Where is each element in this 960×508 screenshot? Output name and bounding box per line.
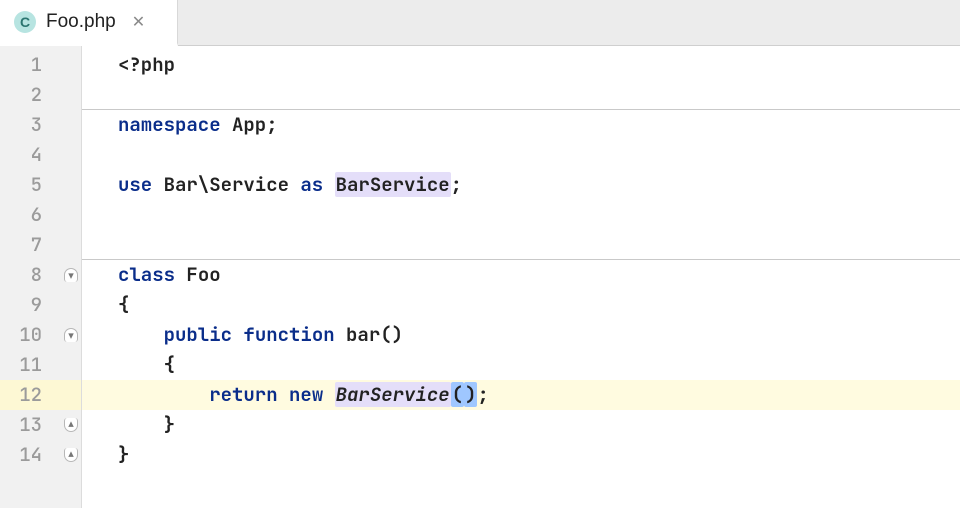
line-number[interactable]: 6 bbox=[0, 200, 50, 230]
line-number[interactable]: 1 bbox=[0, 50, 50, 80]
file-type-icon: C bbox=[14, 11, 36, 33]
line-number[interactable]: 8 bbox=[0, 260, 50, 290]
code-line[interactable] bbox=[112, 230, 960, 260]
alias-ref: BarService bbox=[335, 172, 451, 197]
line-number[interactable]: 12 bbox=[0, 380, 50, 410]
editor: 1 2 3 4 5 6 7 8 9 10 11 12 13 14 ▾ ▾ ▴ ▴ bbox=[0, 46, 960, 508]
line-number[interactable]: 11 bbox=[0, 350, 50, 380]
fold-toggle-icon[interactable]: ▾ bbox=[64, 268, 78, 282]
code-line[interactable]: <?php bbox=[112, 50, 960, 80]
file-tab[interactable]: C Foo.php ✕ bbox=[0, 0, 178, 46]
tab-filename: Foo.php bbox=[46, 11, 116, 33]
tab-bar: C Foo.php ✕ bbox=[0, 0, 960, 46]
code-line[interactable]: use Bar\Service as BarService; bbox=[112, 170, 960, 200]
line-number-gutter: 1 2 3 4 5 6 7 8 9 10 11 12 13 14 bbox=[0, 46, 50, 508]
fold-end-icon[interactable]: ▴ bbox=[64, 448, 78, 462]
code-line[interactable] bbox=[112, 200, 960, 230]
code-line[interactable]: { bbox=[112, 350, 960, 380]
line-number[interactable]: 9 bbox=[0, 290, 50, 320]
fold-gutter: ▾ ▾ ▴ ▴ bbox=[50, 46, 82, 508]
fold-toggle-icon[interactable]: ▾ bbox=[64, 328, 78, 342]
code-line[interactable] bbox=[112, 80, 960, 110]
fold-end-icon[interactable]: ▴ bbox=[64, 418, 78, 432]
line-number[interactable]: 13 bbox=[0, 410, 50, 440]
code-area[interactable]: <?php namespace App; use Bar\Service as … bbox=[112, 46, 960, 508]
paren-open: ( bbox=[451, 382, 464, 407]
paren-close: ) bbox=[464, 382, 477, 407]
code-line[interactable]: class Foo bbox=[112, 260, 960, 290]
code-line[interactable]: } bbox=[112, 410, 960, 440]
line-number[interactable]: 4 bbox=[0, 140, 50, 170]
code-line[interactable]: { bbox=[112, 290, 960, 320]
marker-gutter bbox=[82, 46, 112, 508]
close-icon[interactable]: ✕ bbox=[132, 12, 145, 32]
code-line[interactable]: public function bar() bbox=[112, 320, 960, 350]
line-number[interactable]: 14 bbox=[0, 440, 50, 470]
line-number[interactable]: 7 bbox=[0, 230, 50, 260]
class-ref: BarService bbox=[335, 382, 451, 407]
line-number[interactable]: 5 bbox=[0, 170, 50, 200]
code-line-current[interactable]: return new BarService(); bbox=[112, 380, 960, 410]
line-number[interactable]: 3 bbox=[0, 110, 50, 140]
code-line[interactable]: } bbox=[112, 440, 960, 470]
code-line[interactable]: namespace App; bbox=[112, 110, 960, 140]
line-number[interactable]: 10 bbox=[0, 320, 50, 350]
line-number[interactable]: 2 bbox=[0, 80, 50, 110]
code-line[interactable] bbox=[112, 140, 960, 170]
